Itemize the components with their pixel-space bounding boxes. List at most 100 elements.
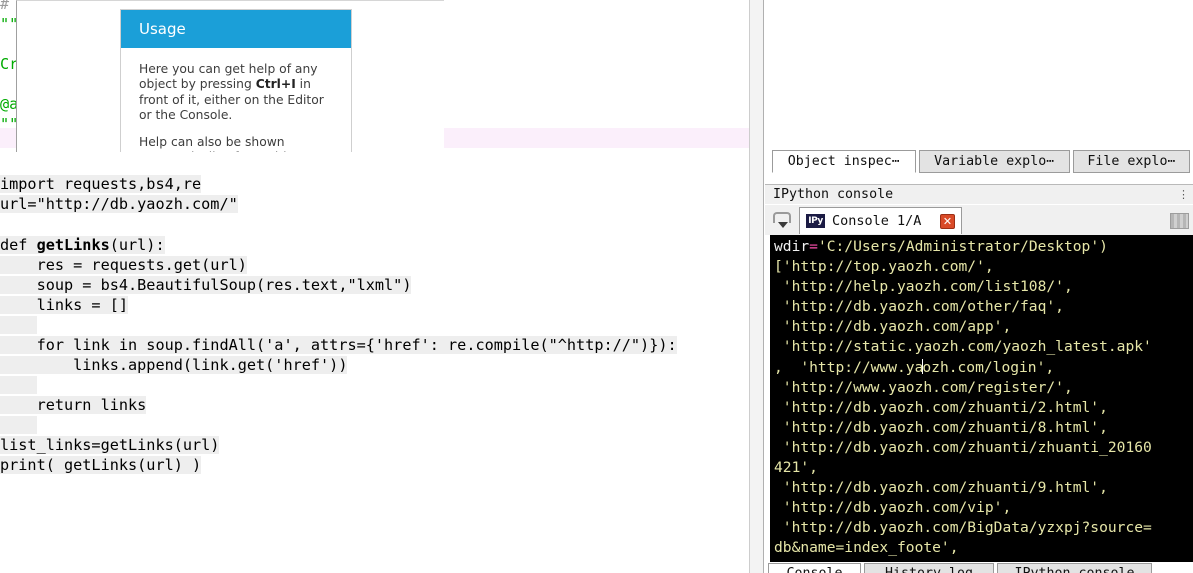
code-line: print( getLinks(url) ) — [0, 455, 749, 475]
console-token: 'http://help.yaozh.com/list108/', — [774, 278, 1073, 296]
console-browse-tabs-button[interactable] — [770, 210, 796, 232]
wdir-operator: = — [809, 238, 818, 255]
code-line — [0, 375, 749, 395]
object-inspector-tabbar[interactable]: Object inspec⋯ Variable explo⋯ File expl… — [772, 150, 1193, 173]
wdir-name: wdir — [774, 238, 810, 255]
object-inspector-pane: Usage Here you can get help of any objec… — [16, 0, 444, 152]
code-token: soup = bs4.BeautifulSoup(res.text,"lxml"… — [0, 275, 412, 294]
tab-history-log[interactable]: History log — [864, 563, 994, 573]
code-line — [0, 415, 749, 435]
console-token: 'http://db.yaozh.com/zhuanti/zhuanti_201… — [774, 438, 1152, 456]
console-bottom-tabbar[interactable]: Console History log IPython console — [768, 563, 1193, 573]
chevron-down-icon — [778, 222, 788, 228]
console-line: 'http://help.yaozh.com/list108/', — [774, 277, 1193, 297]
tab-object-inspector-label: Object inspec⋯ — [787, 154, 900, 169]
code-token: getLinks — [36, 235, 110, 254]
tab-object-inspector[interactable]: Object inspec⋯ — [772, 150, 916, 173]
console-token: 'http://db.yaozh.com/app', — [774, 318, 1012, 336]
pane-splitter-strip[interactable] — [750, 0, 763, 573]
usage-card: Usage Here you can get help of any objec… — [120, 9, 352, 152]
tab-file-explorer[interactable]: File explo⋯ — [1072, 150, 1190, 173]
console-token: ['http://top.yaozh.com/', — [774, 258, 994, 276]
tab-console-1a-label: Console 1/A — [832, 213, 922, 229]
code-token: for link in soup.findAll('a', attrs={'hr… — [0, 335, 677, 354]
close-icon[interactable]: ✕ — [940, 213, 955, 229]
console-token: 'http://db.yaozh.com/vip', — [774, 499, 1012, 517]
code-line: def getLinks(url): — [0, 235, 749, 255]
code-token: links = [] — [0, 295, 129, 314]
code-line: url="http://db.yaozh.com/" — [0, 194, 749, 214]
code-line: links.append(link.get('href')) — [0, 355, 749, 375]
console-line: 'http://db.yaozh.com/BigData/yzxpj?sourc… — [774, 518, 1193, 538]
console-output[interactable]: wdir='C:/Users/Administrator/Desktop') [… — [770, 235, 1193, 562]
console-line: 'http://db.yaozh.com/vip', — [774, 498, 1193, 518]
tab-console[interactable]: Console — [768, 563, 861, 573]
code-token: print( getLinks(url) ) — [0, 456, 202, 475]
usage-paragraph-2: Help can also be shown automatically aft… — [139, 134, 314, 152]
console-line: 'http://www.yaozh.com/register/', — [774, 378, 1193, 398]
code-line: list_links=getLinks(url) — [0, 435, 749, 455]
tab-console-label: Console — [786, 565, 843, 573]
tab-ipython-console[interactable]: IPython console — [997, 563, 1152, 573]
tab-history-log-label: History log — [884, 565, 974, 573]
code-token: links.append(link.get('href')) — [0, 355, 348, 374]
console-line: 'http://static.yaozh.com/yaozh_latest.ap… — [774, 337, 1193, 357]
console-line: 'http://db.yaozh.com/app', — [774, 317, 1193, 337]
console-token: 'http://static.yaozh.com/yaozh_latest.ap… — [774, 338, 1152, 356]
console-line: ['http://top.yaozh.com/', — [774, 257, 1193, 277]
code-token — [0, 315, 37, 334]
code-token: res = requests.get(url) — [0, 255, 247, 274]
console-line-wdir: wdir='C:/Users/Administrator/Desktop') — [774, 237, 1193, 257]
code-line: return links — [0, 395, 749, 415]
code-token: return links — [0, 395, 147, 414]
code-line: soup = bs4.BeautifulSoup(res.text,"lxml"… — [0, 275, 749, 295]
usage-title: Usage — [139, 20, 186, 38]
code-line: for link in soup.findAll('a', attrs={'hr… — [0, 335, 749, 355]
code-token — [0, 415, 37, 434]
wdir-value: 'C:/Users/Administrator/Desktop') — [817, 238, 1108, 255]
code-token: (url): — [109, 235, 165, 254]
code-line: res = requests.get(url) — [0, 255, 749, 275]
code-token — [0, 375, 37, 394]
console-token: 'http://db.yaozh.com/zhuanti/8.html', — [774, 418, 1108, 436]
code-line — [0, 315, 749, 335]
usage-card-header: Usage — [121, 10, 351, 48]
ipython-icon: IPy — [806, 214, 825, 228]
console-token: 'http://www.yaozh.com/register/', — [774, 378, 1073, 396]
tab-ipython-console-label: IPython console — [1014, 565, 1135, 573]
right-pane-border — [763, 0, 764, 573]
panel-options-icon[interactable]: ⋮ — [1178, 188, 1193, 201]
code-token: url="http://db.yaozh.com/" — [0, 195, 238, 214]
spyder-ide-window: # -*- coding: utf-8 -*-"""Created on Thu… — [0, 0, 1193, 573]
console-line: 'http://db.yaozh.com/other/faq', — [774, 297, 1193, 317]
tab-console-1a[interactable]: IPy Console 1/A ✕ — [799, 207, 962, 234]
tab-variable-explorer[interactable]: Variable explo⋯ — [918, 150, 1070, 173]
console-line: , 'http://www.yaozh.com/login', — [774, 358, 1055, 376]
console-line: 421', — [774, 458, 1193, 478]
ipython-console-titlebar: IPython console ⋮ — [765, 184, 1193, 204]
usage-card-body: Here you can get help of any object by p… — [121, 48, 351, 152]
console-line: 'http://db.yaozh.com/zhuanti/2.html', — [774, 398, 1193, 418]
code-token: def — [0, 235, 37, 254]
console-line: db&name=index_foote', — [774, 538, 1193, 558]
code-token: import requests,bs4,re — [0, 175, 202, 194]
console-token: 'http://db.yaozh.com/other/faq', — [774, 298, 1064, 316]
console-token: 'http://db.yaozh.com/zhuanti/9.html', — [774, 479, 1108, 497]
tab-file-explorer-label: File explo⋯ — [1087, 154, 1176, 169]
console-tabstrip[interactable]: IPy Console 1/A ✕ — [765, 205, 1193, 235]
console-token: 'http://db.yaozh.com/zhuanti/2.html', — [774, 398, 1108, 416]
console-options-icon[interactable] — [1170, 213, 1189, 229]
code-line: import requests,bs4,re — [0, 174, 749, 194]
ipython-console-title: IPython console — [773, 187, 894, 202]
console-line: 'http://db.yaozh.com/zhuanti/9.html', — [774, 478, 1193, 498]
console-line: 'http://db.yaozh.com/zhuanti/zhuanti_201… — [774, 438, 1193, 458]
console-line: 'http://db.yaozh.com/zhuanti/8.html', — [774, 418, 1193, 438]
code-token: list_links=getLinks(url) — [0, 436, 220, 455]
code-line: links = [] — [0, 295, 749, 315]
console-token: db&name=index_foote', — [774, 539, 959, 557]
usage-paragraph-1: Here you can get help of any object by p… — [139, 62, 336, 124]
usage-shortcut-kbd: Ctrl+I — [255, 77, 296, 92]
console-token: 'http://db.yaozh.com/BigData/yzxpj?sourc… — [774, 519, 1152, 537]
